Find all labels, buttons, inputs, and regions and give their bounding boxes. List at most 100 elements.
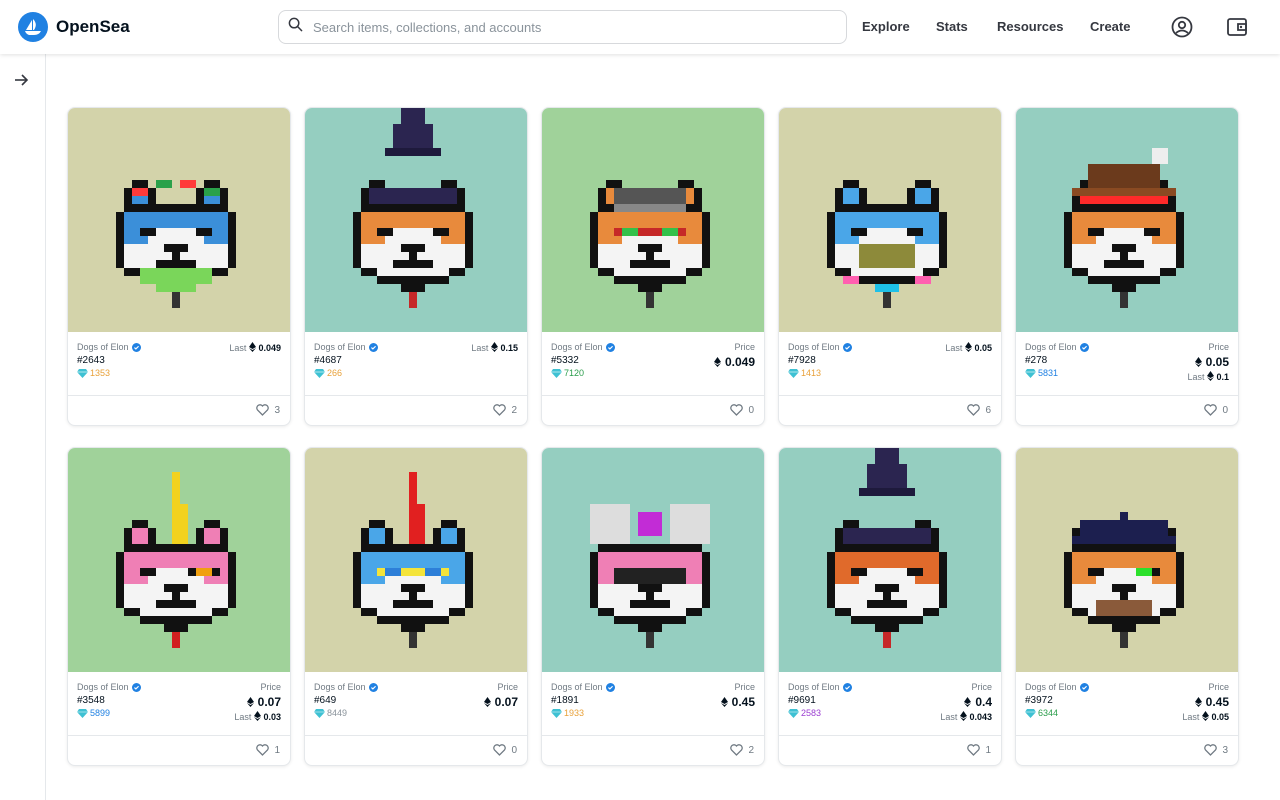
- opensea-logo[interactable]: OpenSea: [18, 12, 130, 42]
- nft-artwork: [590, 180, 710, 308]
- heart-icon: [256, 744, 270, 756]
- price-value: 0.049: [713, 355, 755, 369]
- heart-icon: [967, 404, 981, 416]
- nft-card[interactable]: Dogs of Elon #3972 6344 Price 0.45 Last 0…: [1015, 447, 1239, 766]
- eth-icon: [964, 695, 972, 709]
- nft-artwork: [1064, 512, 1184, 648]
- favorite-button[interactable]: 3: [256, 404, 280, 416]
- card-info: Dogs of Elon #2643 1353 Last 0.049: [68, 332, 290, 396]
- search-input[interactable]: [313, 19, 813, 35]
- collection-name[interactable]: Dogs of Elon: [1025, 682, 1089, 692]
- heart-icon: [256, 404, 270, 416]
- rarity-rank: 1933: [551, 708, 584, 718]
- verified-icon: [368, 342, 378, 352]
- eth-icon: [959, 711, 967, 722]
- verified-icon: [131, 682, 141, 692]
- nft-image[interactable]: [305, 108, 527, 332]
- nft-image[interactable]: [1016, 108, 1238, 332]
- price-label: Price: [497, 682, 518, 692]
- nft-card[interactable]: Dogs of Elon #4687 266 Last 0.15 2: [304, 107, 528, 426]
- favorite-button[interactable]: 0: [493, 744, 517, 756]
- collection-name[interactable]: Dogs of Elon: [314, 682, 378, 692]
- collection-name[interactable]: Dogs of Elon: [788, 682, 852, 692]
- heart-icon: [1204, 744, 1218, 756]
- card-info: Dogs of Elon #9691 2583 Price 0.4 Last 0.…: [779, 672, 1001, 736]
- rarity-diamond-icon: [77, 708, 88, 718]
- nft-artwork: [590, 504, 710, 648]
- last-sale: Last 0.15: [471, 342, 518, 353]
- eth-icon: [248, 342, 256, 354]
- like-count: 3: [274, 404, 280, 416]
- account-icon[interactable]: [1170, 15, 1194, 39]
- like-count: 3: [1222, 744, 1228, 756]
- nft-image[interactable]: [68, 448, 290, 672]
- last-sale: Last 0.05: [945, 342, 992, 353]
- eth-icon: [253, 711, 261, 722]
- price-label: Price: [734, 342, 755, 352]
- price-value: 0.45: [720, 695, 755, 709]
- favorite-button[interactable]: 1: [256, 744, 280, 756]
- nft-card[interactable]: Dogs of Elon #9691 2583 Price 0.4 Last 0.…: [778, 447, 1002, 766]
- favorite-button[interactable]: 0: [1204, 404, 1228, 416]
- collection-name[interactable]: Dogs of Elon: [551, 342, 615, 352]
- nft-card[interactable]: Dogs of Elon #278 5831 Price 0.05 Last 0.…: [1015, 107, 1239, 426]
- search-bar[interactable]: [278, 10, 847, 44]
- nft-card[interactable]: Dogs of Elon #7928 1413 Last 0.05 6: [778, 107, 1002, 426]
- nft-card[interactable]: Dogs of Elon #649 8449 Price 0.07 0: [304, 447, 528, 766]
- nft-card[interactable]: Dogs of Elon #3548 5899 Price 0.07 Last 0…: [67, 447, 291, 766]
- nft-artwork: [827, 180, 947, 308]
- filter-sidebar: [0, 54, 46, 800]
- heart-icon: [493, 744, 507, 756]
- favorite-button[interactable]: 2: [730, 744, 754, 756]
- nft-card[interactable]: Dogs of Elon #2643 1353 Last 0.049 3: [67, 107, 291, 426]
- favorite-button[interactable]: 6: [967, 404, 991, 416]
- collection-name[interactable]: Dogs of Elon: [314, 342, 378, 352]
- nft-image[interactable]: [779, 108, 1001, 332]
- collection-name[interactable]: Dogs of Elon: [77, 682, 141, 692]
- favorite-button[interactable]: 3: [1204, 744, 1228, 756]
- nft-artwork: [116, 472, 236, 648]
- eth-icon: [483, 695, 491, 709]
- collection-name[interactable]: Dogs of Elon: [551, 682, 615, 692]
- token-id: #649: [314, 695, 337, 706]
- nft-image[interactable]: [542, 448, 764, 672]
- nft-image[interactable]: [779, 448, 1001, 672]
- opensea-logo-icon: [18, 12, 48, 42]
- eth-icon: [713, 355, 721, 369]
- nav-create[interactable]: Create: [1090, 19, 1130, 34]
- nft-image[interactable]: [542, 108, 764, 332]
- wallet-icon[interactable]: [1225, 15, 1249, 39]
- collection-name[interactable]: Dogs of Elon: [77, 342, 141, 352]
- favorite-button[interactable]: 0: [730, 404, 754, 416]
- eth-icon: [246, 695, 254, 709]
- nav-resources[interactable]: Resources: [997, 19, 1063, 34]
- nft-card[interactable]: Dogs of Elon #5332 7120 Price 0.049 0: [541, 107, 765, 426]
- token-id: #278: [1025, 355, 1048, 366]
- price-label: Price: [1208, 682, 1229, 692]
- rarity-rank: 7120: [551, 368, 584, 378]
- nft-image[interactable]: [68, 108, 290, 332]
- arrow-right-icon[interactable]: [11, 70, 31, 90]
- like-count: 2: [748, 744, 754, 756]
- verified-icon: [1079, 682, 1089, 692]
- favorite-button[interactable]: 1: [967, 744, 991, 756]
- collection-name[interactable]: Dogs of Elon: [788, 342, 852, 352]
- nft-card[interactable]: Dogs of Elon #1891 1933 Price 0.45 2: [541, 447, 765, 766]
- rarity-diamond-icon: [551, 708, 562, 718]
- eth-icon: [1194, 355, 1202, 369]
- price-value: 0.4: [964, 695, 992, 709]
- nav-explore[interactable]: Explore: [862, 19, 910, 34]
- rarity-diamond-icon: [788, 368, 799, 378]
- collection-name[interactable]: Dogs of Elon: [1025, 342, 1089, 352]
- token-id: #1891: [551, 695, 579, 706]
- search-icon: [288, 17, 303, 37]
- last-sale: Last 0.049: [229, 342, 281, 354]
- nav-stats[interactable]: Stats: [936, 19, 968, 34]
- verified-icon: [842, 682, 852, 692]
- heart-icon: [967, 744, 981, 756]
- verified-icon: [368, 682, 378, 692]
- logo-text: OpenSea: [56, 17, 130, 36]
- nft-image[interactable]: [1016, 448, 1238, 672]
- nft-image[interactable]: [305, 448, 527, 672]
- favorite-button[interactable]: 2: [493, 404, 517, 416]
